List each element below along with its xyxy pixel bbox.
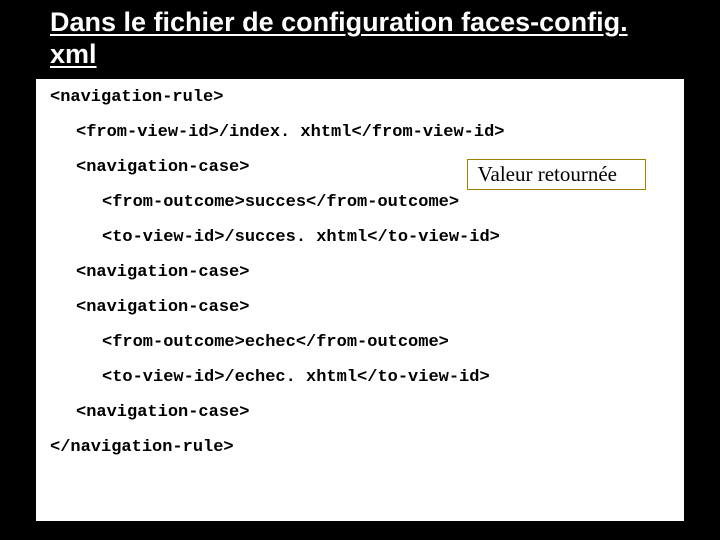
code-line: <navigation-rule> bbox=[50, 89, 670, 106]
code-line: <from-view-id>/index. xhtml</from-view-i… bbox=[50, 124, 670, 141]
code-line: <navigation-case> bbox=[50, 264, 670, 281]
code-line: <to-view-id>/echec. xhtml</to-view-id> bbox=[50, 369, 670, 386]
code-line: </navigation-rule> bbox=[50, 439, 670, 456]
code-line: <navigation-case> bbox=[50, 299, 670, 316]
code-line: <from-outcome>echec</from-outcome> bbox=[50, 334, 670, 351]
slide: Dans le fichier de configuration faces-c… bbox=[0, 0, 720, 540]
code-line: <navigation-case> bbox=[50, 404, 670, 421]
callout-label: Valeur retournée bbox=[467, 159, 646, 190]
title-area: Dans le fichier de configuration faces-c… bbox=[0, 0, 720, 79]
slide-title: Dans le fichier de configuration faces-c… bbox=[50, 6, 670, 71]
code-block: <navigation-rule> <from-view-id>/index. … bbox=[36, 79, 684, 521]
code-line: <from-outcome>succes</from-outcome> bbox=[50, 194, 670, 211]
code-line: <to-view-id>/succes. xhtml</to-view-id> bbox=[50, 229, 670, 246]
